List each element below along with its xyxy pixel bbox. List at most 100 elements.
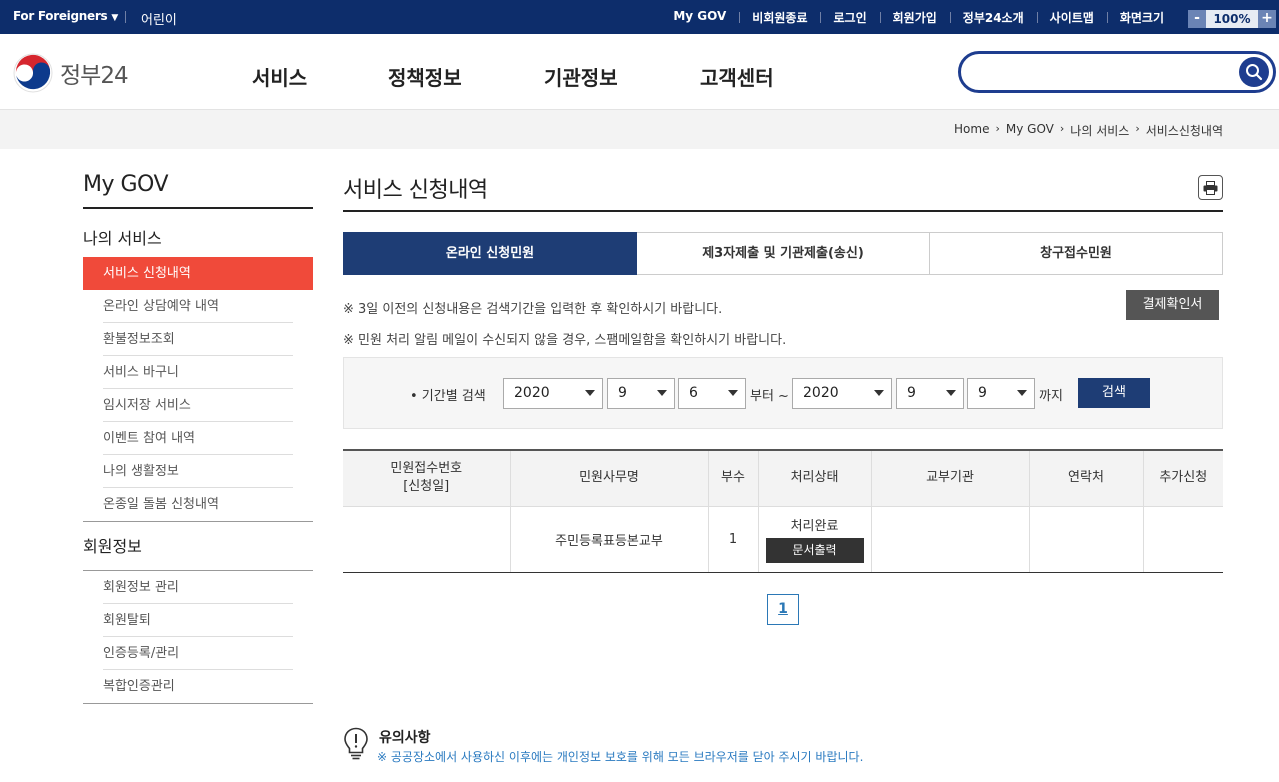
signup-link[interactable]: 회원가입	[879, 9, 950, 26]
col-header-agency: 교부기관	[871, 450, 1030, 507]
caution-title: 유의사항	[379, 730, 431, 746]
site-header: 정부24 서비스 정책정보 기관정보 고객센터	[0, 34, 1279, 110]
chevron-right-icon: ›	[995, 122, 1000, 135]
cell-status: 처리완료 문서출력	[758, 506, 872, 573]
search-box	[958, 51, 1276, 93]
sidebar-item-withdraw[interactable]: 회원탈퇴	[83, 604, 313, 637]
sidebar-item-consult-reservation[interactable]: 온라인 상담예약 내역	[83, 290, 313, 323]
chevron-down-icon	[657, 390, 667, 396]
sidebar-item-childcare[interactable]: 온종일 돌봄 신청내역	[83, 488, 313, 521]
date-search-box: • 기간별 검색 2020 9 6 부터 ~ 2020 9 9 까지 검색	[343, 357, 1223, 429]
breadcrumb-band: Home › My GOV › 나의 서비스 › 서비스신청내역	[0, 110, 1279, 149]
breadcrumb-mygov[interactable]: My GOV	[1006, 122, 1054, 139]
to-day-select[interactable]: 9	[967, 378, 1035, 409]
sidebar-item-life-info[interactable]: 나의 생활정보	[83, 455, 313, 488]
sidebar-item-multi-cert[interactable]: 복합인증관리	[83, 670, 313, 703]
from-month-select[interactable]: 9	[607, 378, 675, 409]
notice-text-1: ※ 3일 이전의 신청내용은 검색기간을 입력한 후 확인하시기 바랍니다.	[343, 302, 723, 317]
main-content: 서비스 신청내역 온라인 신청민원 제3자제출 및 기관제출(송신) 창구접수민…	[343, 172, 1223, 625]
nav-services[interactable]: 서비스	[252, 62, 307, 91]
search-input[interactable]	[977, 61, 1227, 85]
divider	[125, 11, 126, 23]
search-button[interactable]	[1239, 57, 1269, 87]
login-link[interactable]: 로그인	[820, 9, 879, 26]
col-header-number: 민원접수번호 [신청일]	[343, 450, 511, 507]
nav-agency-info[interactable]: 기관정보	[544, 62, 618, 91]
lightbulb-icon	[344, 727, 368, 760]
breadcrumb: Home › My GOV › 나의 서비스 › 서비스신청내역	[954, 122, 1223, 139]
col-header-copies: 부수	[708, 450, 759, 507]
sidebar-item-service-history[interactable]: 서비스 신청내역	[83, 257, 313, 290]
site-logo[interactable]: 정부24	[12, 52, 129, 94]
from-day-value: 6	[689, 385, 698, 401]
zoom-value: 100%	[1213, 12, 1251, 26]
kids-link[interactable]: 어린이	[141, 9, 177, 28]
payment-confirm-button[interactable]: 결제확인서	[1126, 290, 1219, 320]
to-year-value: 2020	[803, 385, 839, 401]
sidebar-item-refund-info[interactable]: 환불정보조회	[83, 323, 313, 356]
guest-logout-link[interactable]: 비회원종료	[739, 9, 820, 26]
period-search-button[interactable]: 검색	[1078, 378, 1150, 408]
sidebar-group-my-services: 나의 서비스	[83, 229, 162, 248]
chevron-down-icon	[946, 390, 956, 396]
chevron-down-icon	[585, 390, 595, 396]
notice-text-2: ※ 민원 처리 알림 메일이 수신되지 않을 경우, 스팸메일함을 확인하시기 …	[343, 333, 787, 348]
tab-online-requests[interactable]: 온라인 신청민원	[343, 232, 637, 275]
sidebar-item-member-manage[interactable]: 회원정보 관리	[83, 571, 313, 604]
zoom-control: - 100% +	[1188, 10, 1276, 28]
from-year-value: 2020	[514, 385, 550, 401]
from-day-select[interactable]: 6	[678, 378, 746, 409]
tab-bar: 온라인 신청민원 제3자제출 및 기관제출(송신) 창구접수민원	[343, 232, 1223, 275]
print-document-button[interactable]: 문서출력	[765, 538, 864, 563]
to-month-select[interactable]: 9	[896, 378, 964, 409]
status-text: 처리완료	[790, 519, 839, 534]
breadcrumb-home[interactable]: Home	[954, 122, 989, 139]
breadcrumb-current: 서비스신청내역	[1145, 124, 1223, 138]
breadcrumb-my-services[interactable]: 나의 서비스	[1070, 122, 1129, 139]
request-table: 민원접수번호 [신청일] 민원사무명 부수 처리상태 교부기관 연락처 추가신청 …	[343, 449, 1223, 573]
zoom-in-button[interactable]: +	[1258, 10, 1276, 28]
sitemap-link[interactable]: 사이트맵	[1036, 9, 1107, 26]
chevron-down-icon	[728, 390, 738, 396]
to-month-value: 9	[907, 385, 916, 401]
for-foreigners-dropdown[interactable]: For Foreigners ▼	[13, 9, 118, 23]
nav-customer-center[interactable]: 고객센터	[700, 62, 774, 91]
caution-notice: 유의사항 ※ 공공장소에서 사용하신 이후에는 개인정보 보호를 위해 모든 브…	[343, 727, 1223, 777]
cell-name: 주민등록표등본교부	[510, 506, 709, 573]
col-header-extra: 추가신청	[1143, 450, 1223, 507]
page-title: 서비스 신청내역	[343, 172, 1223, 212]
table-header-row: 민원접수번호 [신청일] 민원사무명 부수 처리상태 교부기관 연락처 추가신청	[343, 450, 1223, 507]
chevron-right-icon: ›	[1059, 122, 1065, 135]
sidebar: My GOV 나의 서비스 서비스 신청내역 온라인 상담예약 내역 환불정보조…	[83, 172, 313, 704]
utility-links: My GOV 비회원종료 로그인 회원가입 정부24소개 사이트맵 화면크기	[660, 9, 1177, 26]
sidebar-item-event-history[interactable]: 이벤트 참여 내역	[83, 422, 313, 455]
mygov-link[interactable]: My GOV	[660, 9, 739, 26]
sidebar-item-service-basket[interactable]: 서비스 바구니	[83, 356, 313, 389]
col-header-name: 민원사무명	[510, 450, 709, 507]
caret-down-icon: ▼	[111, 13, 118, 23]
sidebar-item-temp-saved[interactable]: 임시저장 서비스	[83, 389, 313, 422]
print-button[interactable]	[1198, 175, 1223, 200]
for-foreigners-label: For Foreigners	[13, 9, 108, 23]
tab-third-party-submission[interactable]: 제3자제출 및 기관제출(송신)	[637, 232, 930, 275]
to-year-select[interactable]: 2020	[792, 378, 892, 409]
chevron-down-icon	[1017, 390, 1027, 396]
zoom-out-button[interactable]: -	[1188, 10, 1206, 28]
tab-counter-requests[interactable]: 창구접수민원	[930, 232, 1223, 275]
about-link[interactable]: 정부24소개	[949, 9, 1037, 26]
chevron-down-icon	[874, 390, 884, 396]
cell-number	[343, 506, 511, 573]
cell-contact	[1029, 506, 1144, 573]
nav-policy-info[interactable]: 정책정보	[388, 62, 462, 91]
period-search-label: • 기간별 검색	[410, 389, 486, 404]
printer-icon	[1203, 180, 1218, 195]
cell-copies: 1	[708, 506, 759, 573]
chevron-right-icon: ›	[1135, 122, 1140, 135]
col-header-number-label: 민원접수번호	[390, 461, 463, 477]
search-icon	[1246, 64, 1263, 81]
col-header-status: 처리상태	[758, 450, 872, 507]
sidebar-item-cert-manage[interactable]: 인증등록/관리	[83, 637, 313, 670]
from-text: 부터 ~	[750, 389, 789, 404]
page-1-link[interactable]: 1	[767, 594, 799, 625]
from-year-select[interactable]: 2020	[503, 378, 603, 409]
